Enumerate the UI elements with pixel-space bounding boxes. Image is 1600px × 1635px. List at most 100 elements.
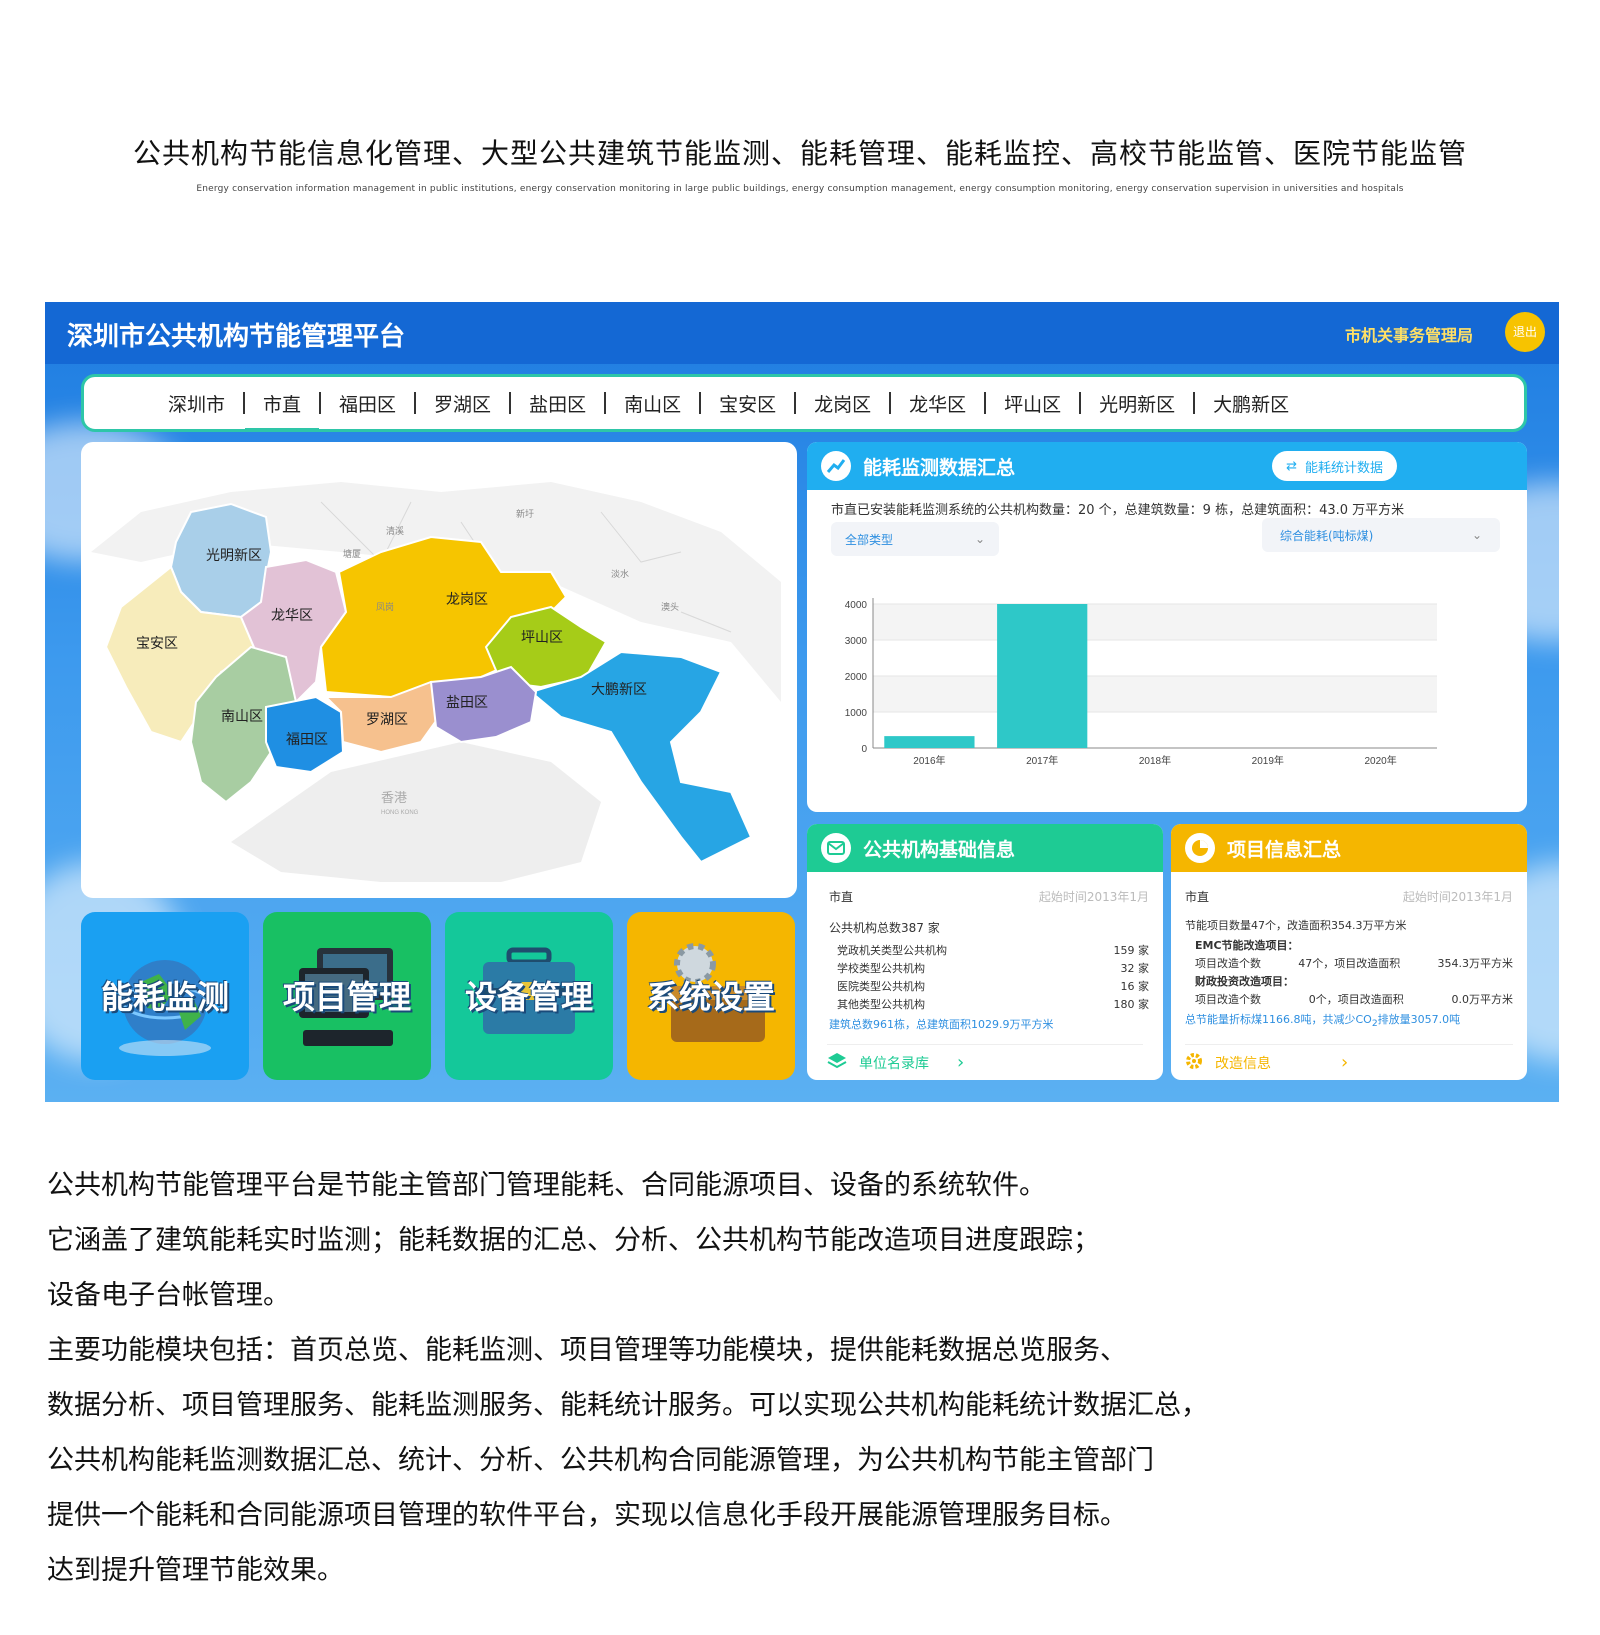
x-tick-label: 2019年 — [1252, 754, 1284, 767]
chart-bar — [884, 736, 975, 748]
logout-button[interactable]: 退出 — [1505, 312, 1545, 352]
page-title: 公共机构节能信息化管理、大型公共建筑节能监测、能耗管理、能耗监控、高校节能监管、… — [132, 137, 1467, 170]
description-line: 数据分析、项目管理服务、能耗监测服务、能耗统计服务。可以实现公共机构能耗统计数据… — [47, 1390, 1208, 1421]
app-header-bar: 深圳市公共机构节能管理平台 市机关事务管理局 退出 — [45, 302, 1559, 364]
description-line: 公共机构节能管理平台是节能主管部门管理能耗、合同能源项目、设备的系统软件。 — [47, 1170, 1046, 1201]
project-info-start: 起始时间2013年1月 — [1402, 890, 1513, 904]
layers-icon — [827, 1052, 847, 1074]
nav-item-futian[interactable]: 福田区 — [321, 390, 414, 417]
institution-total: 公共机构总数387 家 — [829, 921, 940, 935]
nav-item-pingshan[interactable]: 坪山区 — [986, 390, 1079, 417]
nav-item-luohu[interactable]: 罗湖区 — [416, 390, 509, 417]
x-tick-label: 2020年 — [1364, 754, 1396, 767]
chevron-right-icon: › — [1341, 1052, 1349, 1073]
place-hongkong-en: HONG KONG — [381, 810, 419, 816]
description-line: 主要功能模块包括：首页总览、能耗监测、项目管理等功能模块，提供能耗数据总览服务、 — [47, 1335, 1127, 1366]
place-aotou: 澳头 — [661, 601, 679, 612]
institution-row: 党政机关类型公共机构 159 家 — [837, 942, 1149, 960]
row-label: 医院类型公共机构 — [837, 980, 925, 993]
project-info-header: 项目信息汇总 — [1171, 824, 1527, 872]
label-dapeng: 大鹏新区 — [591, 681, 647, 697]
fin-count: 0个，项目改造面积 — [1308, 993, 1404, 1006]
place-tangxia: 塘厦 — [343, 548, 361, 559]
project-info-title: 项目信息汇总 — [1227, 838, 1342, 861]
energy-monitor-card: 能耗监测数据汇总 ⇄ 能耗统计数据 市直已安装能耗监测系统的公共机构数量：20 … — [807, 442, 1527, 812]
building-summary: 建筑总数961栋，总建筑面积1029.9万平方米 — [829, 1018, 1054, 1031]
place-xinxu: 新圩 — [516, 508, 534, 519]
page-subtitle: Energy conservation information manageme… — [196, 184, 1404, 194]
emc-area: 354.3万平方米 — [1437, 957, 1514, 970]
gear-icon — [1185, 1052, 1203, 1074]
page-header: 公共机构节能信息化管理、大型公共建筑节能监测、能耗管理、能耗监控、高校节能监管、… — [0, 132, 1600, 194]
nav-item-guangming[interactable]: 光明新区 — [1081, 390, 1193, 417]
tile-label: 能耗监测 — [100, 978, 229, 1016]
chevron-right-icon: › — [957, 1052, 965, 1073]
chart-bar — [997, 604, 1088, 748]
tile-energy-monitor[interactable]: 能耗监测 — [81, 912, 249, 1080]
nav-item-longgang[interactable]: 龙岗区 — [796, 390, 889, 417]
label-nanshan: 南山区 — [221, 708, 263, 724]
description-line: 公共机构能耗监测数据汇总、统计、分析、公共机构合同能源管理，为公共机构节能主管部… — [47, 1445, 1154, 1476]
description-line: 达到提升管理节能效果。 — [47, 1555, 344, 1586]
description: 公共机构节能管理平台是节能主管部门管理能耗、合同能源项目、设备的系统软件。 它涵… — [47, 1158, 1547, 1598]
pie-chart-icon — [1185, 833, 1215, 863]
basic-info-scope: 市直 — [829, 890, 854, 904]
renovation-link[interactable]: 改造信息 › — [1185, 1044, 1513, 1080]
y-tick-label: 2000 — [845, 672, 868, 683]
y-tick-label: 3000 — [845, 636, 868, 647]
project-info-scope: 市直 — [1185, 890, 1210, 904]
fin-area: 0.0万平方米 — [1451, 993, 1514, 1006]
savings-text-a: 总节能量折标煤1166.8吨，共减少CO — [1185, 1013, 1372, 1026]
tile-device-management[interactable]: 设备管理 — [445, 912, 613, 1080]
institution-row: 其他类型公共机构 180 家 — [837, 996, 1149, 1014]
nav-item-yantian[interactable]: 盐田区 — [511, 390, 604, 417]
grid-band — [873, 604, 1437, 640]
y-tick-label: 1000 — [845, 708, 868, 719]
tile-label: 项目管理 — [282, 978, 411, 1016]
y-tick-label: 0 — [861, 744, 867, 755]
description-line: 设备电子台帐管理。 — [47, 1280, 290, 1311]
place-danshui: 淡水 — [611, 568, 629, 579]
district-map: 光明新区 宝安区 龙华区 龙岗区 坪山区 大鹏新区 南山区 福田区 罗湖区 盐田… — [81, 442, 797, 898]
basic-info-card: 公共机构基础信息 市直 起始时间2013年1月 公共机构总数387 家 党政机关… — [807, 824, 1163, 1080]
nav-item-nanshan[interactable]: 南山区 — [606, 390, 699, 417]
label-guangming: 光明新区 — [206, 547, 262, 563]
directory-link[interactable]: 单位名录库 › — [827, 1044, 1143, 1080]
description-line: 它涵盖了建筑能耗实时监测；能耗数据的汇总、分析、公共机构节能改造项目进度跟踪； — [47, 1225, 1100, 1256]
institution-row: 学校类型公共机构 32 家 — [837, 960, 1149, 978]
nav-item-shizhi[interactable]: 市直 — [245, 390, 320, 431]
grid-band — [873, 676, 1437, 712]
label-futian: 福田区 — [286, 731, 328, 747]
tile-label: 系统设置 — [646, 978, 775, 1016]
label-longhua: 龙华区 — [271, 607, 313, 623]
x-tick-label: 2017年 — [1026, 754, 1058, 767]
savings-text-b: 排放量3057.0吨 — [1377, 1013, 1461, 1026]
district-nav: 深圳市 市直 福田区 罗湖区 盐田区 南山区 宝安区 龙岗区 龙华区 坪山区 光… — [81, 374, 1527, 432]
nav-item-longhua[interactable]: 龙华区 — [891, 390, 984, 417]
fin-count-label: 项目改造个数 — [1195, 993, 1261, 1006]
y-tick-label: 4000 — [845, 600, 868, 611]
place-hongkong: 香港 — [381, 790, 407, 805]
project-summary: 节能项目数量47个，改造面积354.3万平方米 — [1185, 919, 1407, 932]
basic-info-title: 公共机构基础信息 — [863, 838, 1016, 861]
fin-row: 项目改造个数 0个，项目改造面积 0.0万平方米 — [1195, 991, 1513, 1009]
org-name: 市机关事务管理局 — [1344, 326, 1473, 345]
renovation-link-label: 改造信息 — [1215, 1055, 1271, 1072]
row-label: 学校类型公共机构 — [837, 962, 925, 975]
row-value: 32 家 — [1120, 962, 1150, 975]
tile-system-settings[interactable]: 系统设置 — [627, 912, 795, 1080]
nav-item-baoan[interactable]: 宝安区 — [701, 390, 794, 417]
nav-item-shenzhen[interactable]: 深圳市 — [150, 390, 243, 417]
row-label: 党政机关类型公共机构 — [837, 944, 947, 957]
emc-count-label: 项目改造个数 — [1195, 957, 1261, 970]
place-qinghu: 清溪 — [386, 525, 404, 536]
tile-project-management[interactable]: 项目管理 — [263, 912, 431, 1080]
label-longgang: 龙岗区 — [446, 591, 488, 607]
directory-link-label: 单位名录库 — [859, 1055, 929, 1072]
institution-row: 医院类型公共机构 16 家 — [837, 978, 1149, 996]
nav-item-dapeng[interactable]: 大鹏新区 — [1195, 390, 1307, 417]
row-value: 180 家 — [1113, 998, 1150, 1011]
x-tick-label: 2018年 — [1139, 754, 1171, 767]
row-value: 159 家 — [1113, 944, 1150, 957]
emc-title: EMC节能改造项目： — [1195, 939, 1299, 952]
